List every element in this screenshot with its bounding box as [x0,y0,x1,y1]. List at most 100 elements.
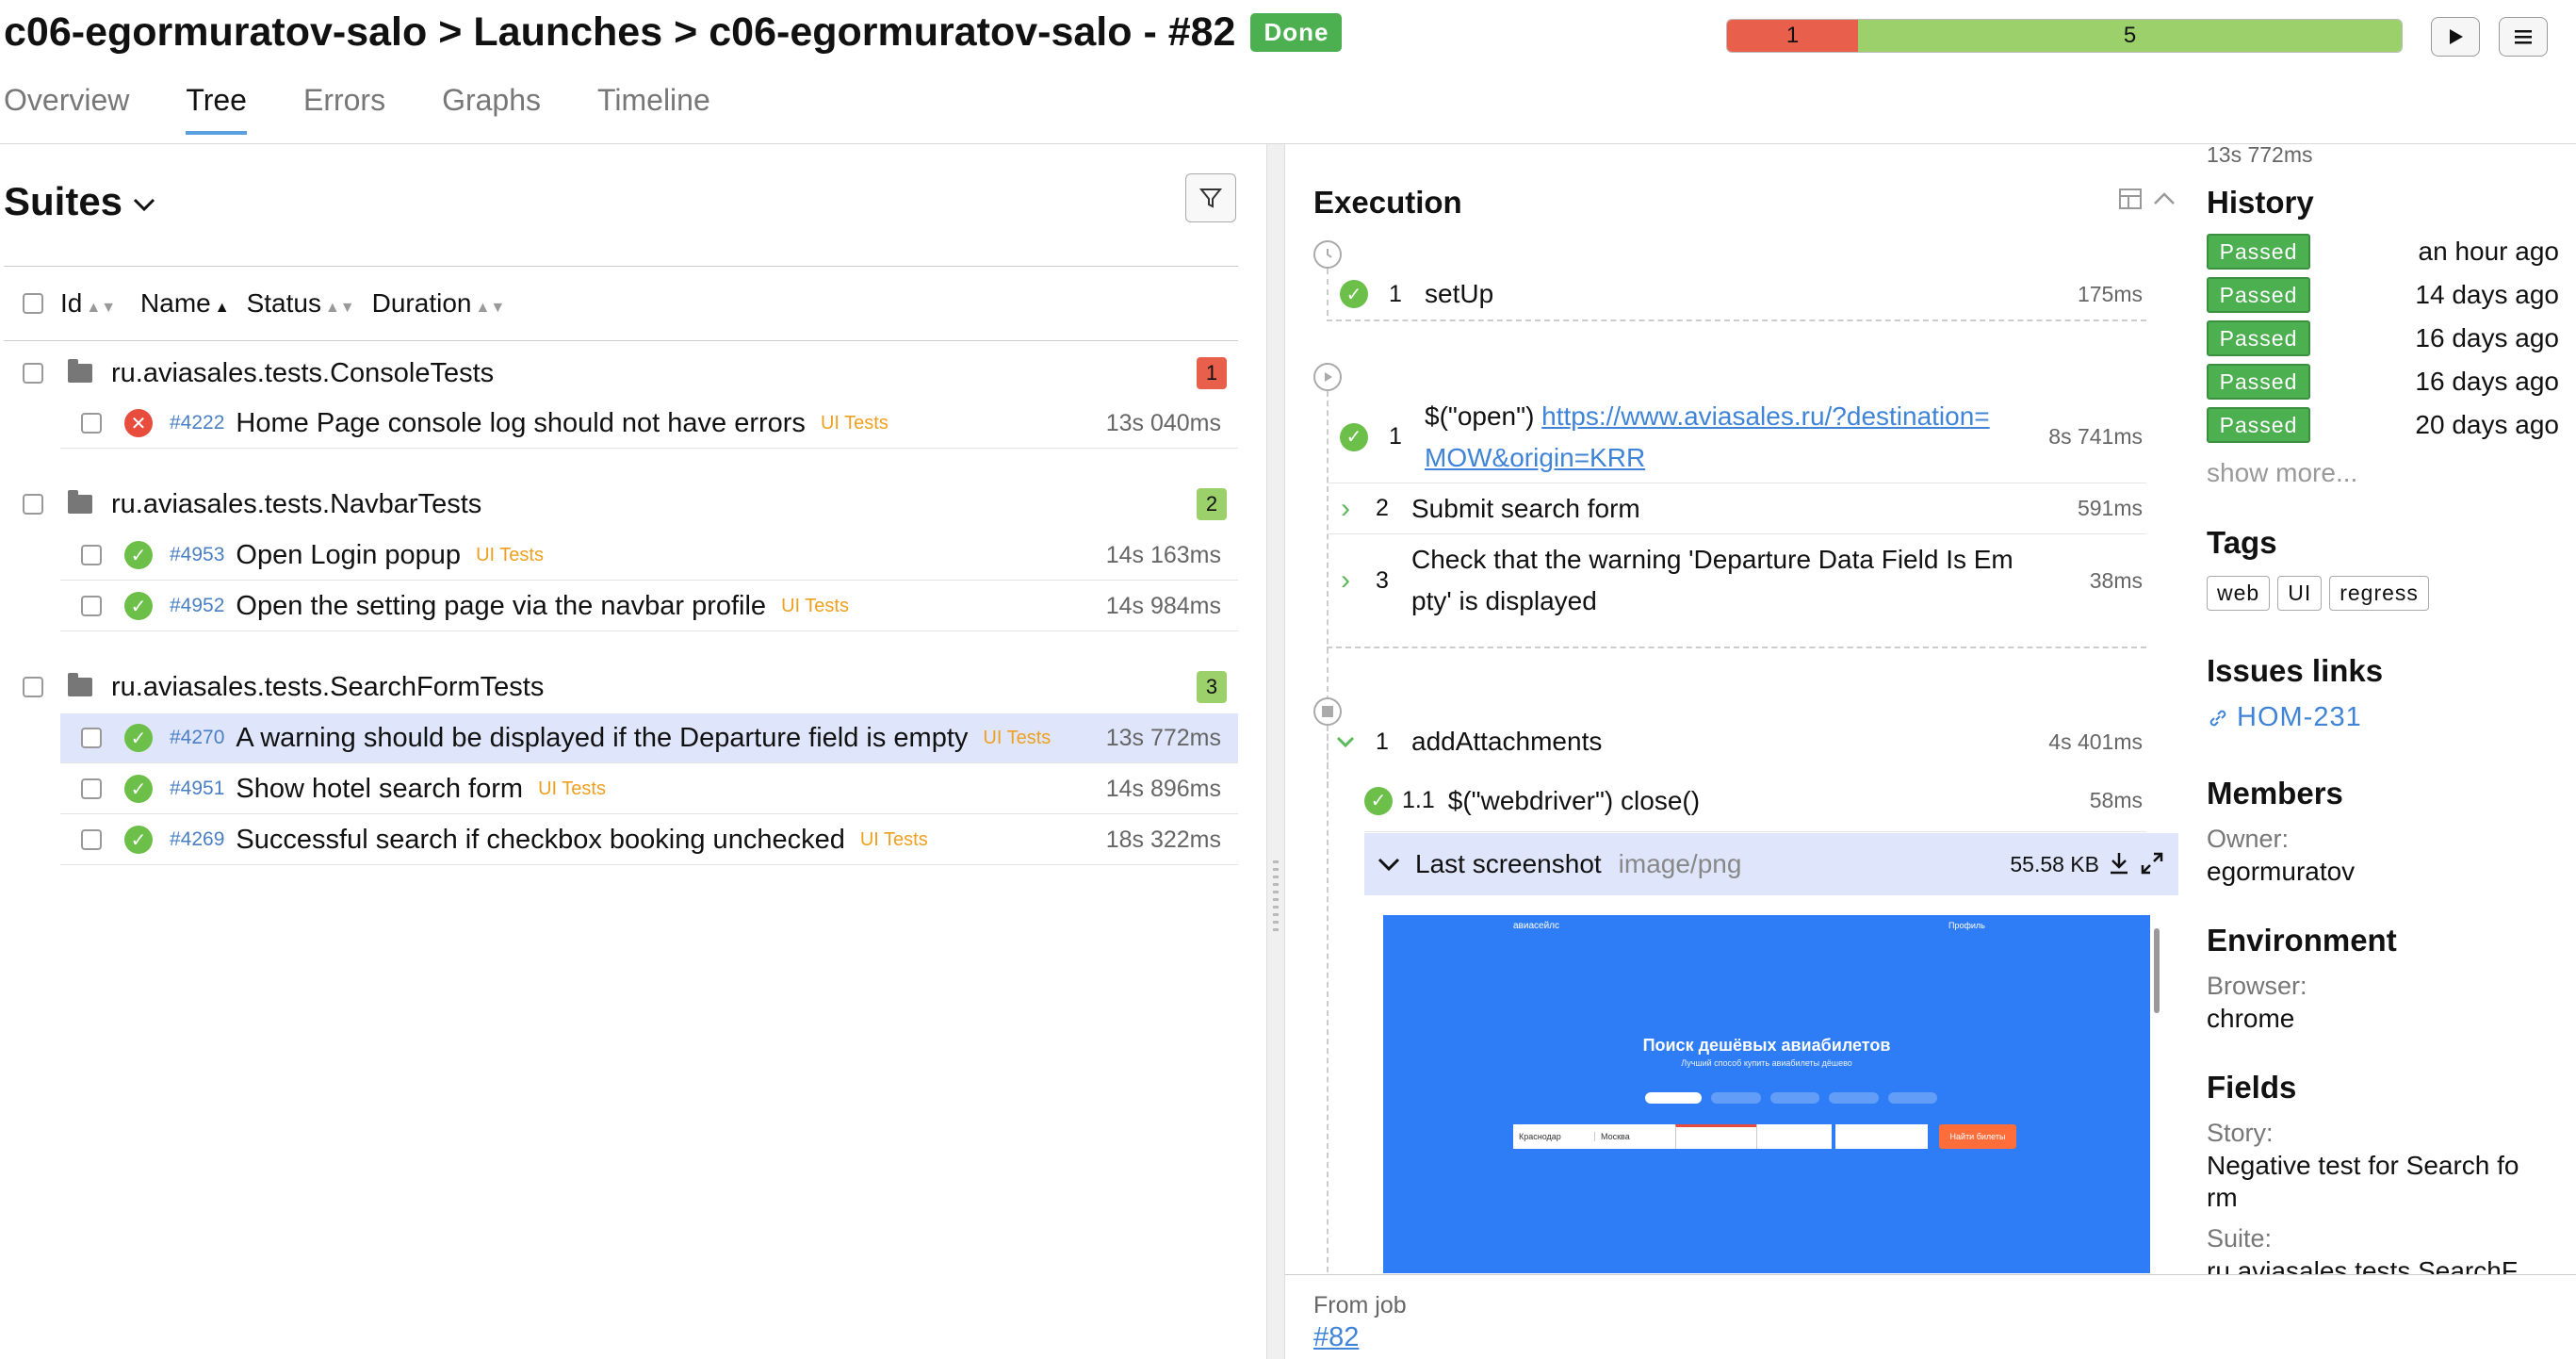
play-icon [2450,29,2463,44]
column-duration[interactable]: Duration ▲▼ [372,288,506,319]
step-duration: 175ms [2077,281,2143,306]
step-add-attachments[interactable]: 1 addAttachments 4s 401ms [1327,713,2146,770]
test-row[interactable]: ✓ #4951 Show hotel search form UI Tests … [60,764,1238,814]
group-checkbox[interactable] [23,677,43,697]
test-name: Successful search if checkbox booking un… [236,824,845,855]
menu-button[interactable] [2499,17,2548,57]
history-status-badge[interactable]: Passed [2207,364,2310,400]
step-name: setUp [1425,279,1494,308]
test-checkbox[interactable] [81,596,102,616]
test-label: UI Tests [859,828,928,850]
expand-icon[interactable] [2139,850,2165,876]
chevron-right-icon[interactable]: › [1327,565,1364,597]
collapse-up-icon[interactable] [2152,189,2177,208]
chevron-down-icon[interactable] [1327,730,1364,753]
menu-icon [2515,30,2532,44]
tab-overview[interactable]: Overview [4,83,129,135]
filter-button[interactable] [1185,173,1236,222]
step-duration: 4s 401ms [2048,729,2143,754]
test-label: UI Tests [476,544,544,565]
suite-group-row[interactable]: ru.aviasales.tests.ConsoleTests 1 [4,349,1238,398]
run-button[interactable] [2431,17,2480,57]
from-job-footer: From job #82 [1285,1274,2576,1359]
test-row[interactable]: ✕ #4222 Home Page console log should not… [60,399,1238,449]
test-name: Home Page console log should not have er… [236,407,806,438]
history-status-badge[interactable]: Passed [2207,407,2310,443]
column-id[interactable]: Id ▲▼ [60,288,116,319]
progress-failed-segment[interactable]: 1 [1727,20,1859,52]
breadcrumb-project[interactable]: c06-egormuratov-salo [4,9,427,56]
page-title: c06-egormuratov-salo - #82 [709,9,1236,55]
show-more-link[interactable]: show more... [2207,458,2357,488]
suite-label: Suite: [2207,1224,2273,1253]
progress-passed-segment[interactable]: 5 [1858,20,2402,52]
failed-count-badge: 1 [1197,357,1227,389]
step-name: Check that the warning 'Departure Data F… [1411,545,2014,615]
screenshot-search-form: Краснодар Москва [1513,1124,1832,1149]
step-open-url[interactable]: ✓ 1 $("open") https://www.aviasales.ru/?… [1327,391,2146,483]
test-id: #4270 [170,727,225,748]
test-label: UI Tests [983,727,1052,748]
screenshot-preview[interactable]: авиасейлс Профиль Поиск дешёвых авиабиле… [1383,915,2150,1273]
tab-graphs[interactable]: Graphs [442,83,541,135]
screenshot-user: Профиль [1948,921,1985,930]
test-name: A warning should be displayed if the Dep… [236,722,969,753]
chevron-down-icon [133,198,155,212]
filter-icon [1198,188,1223,208]
test-duration: 13s 772ms [1105,724,1221,751]
step-url-link[interactable]: MOW&origin=KRR [1425,443,1645,472]
step-submit-search[interactable]: › 2 Submit search form 591ms [1327,483,2146,534]
tab-errors[interactable]: Errors [303,83,385,135]
tab-timeline[interactable]: Timeline [597,83,710,135]
setup-step[interactable]: ✓ 1 setUp 175ms [1327,269,2146,319]
group-checkbox[interactable] [23,363,43,384]
group-checkbox[interactable] [23,494,43,515]
history-status-badge[interactable]: Passed [2207,277,2310,313]
launch-progress-bar[interactable]: 1 5 [1726,19,2403,53]
status-badge: Done [1250,13,1343,52]
drag-handle-icon[interactable] [1273,860,1279,936]
suite-group-row[interactable]: ru.aviasales.tests.NavbarTests 2 [4,480,1238,529]
test-row[interactable]: ✓ #4953 Open Login popup UI Tests 14s 16… [60,531,1238,581]
issue-link[interactable]: HOM-231 [2207,702,2362,733]
test-row[interactable]: ✓ #4269 Successful search if checkbox bo… [60,815,1238,865]
environment-title: Environment [2207,923,2397,958]
suites-dropdown[interactable]: Suites [4,179,158,224]
test-duration-label: 13s 772ms [2207,144,2313,167]
test-row[interactable]: ✓ #4952 Open the setting page via the na… [60,581,1238,631]
download-icon[interactable] [2107,850,2131,876]
history-status-badge[interactable]: Passed [2207,320,2310,356]
layout-toggle-icon[interactable] [2118,188,2143,210]
attachment-header[interactable]: Last screenshot image/png 55.58 KB [1364,833,2178,895]
chevron-right-icon[interactable]: › [1327,493,1364,525]
substep-webdriver-close[interactable]: ✓ 1.1 $("webdriver") close() 58ms [1364,770,2146,832]
step-url-link[interactable]: https://www.aviasales.ru/?destination= [1541,401,1989,431]
column-name[interactable]: Name ▲ [140,288,230,319]
screenshot-scrollbar[interactable] [2154,928,2160,1013]
suite-group-row[interactable]: ru.aviasales.tests.SearchFormTests 3 [4,663,1238,712]
test-checkbox[interactable] [81,728,102,748]
job-link[interactable]: #82 [1313,1322,1359,1353]
test-id: #4951 [170,778,225,799]
breadcrumb-launches[interactable]: Launches [473,9,662,56]
test-checkbox[interactable] [81,829,102,850]
passed-icon: ✓ [1340,280,1368,308]
from-job-label: From job [1313,1292,1407,1318]
passed-icon: ✓ [1364,786,1393,815]
step-duration: 38ms [2089,567,2143,593]
column-status[interactable]: Status ▲▼ [247,288,355,319]
panel-splitter[interactable] [1266,144,1285,1359]
folder-icon [68,673,92,696]
step-check-warning[interactable]: › 3 Check that the warning 'Departure Da… [1327,534,2146,627]
history-status-badge[interactable]: Passed [2207,234,2310,270]
tab-tree[interactable]: Tree [186,83,247,135]
test-checkbox[interactable] [81,413,102,434]
browser-value: chrome [2207,1004,2295,1033]
test-body-play-icon [1313,363,1342,391]
test-row-selected[interactable]: ✓ #4270 A warning should be displayed if… [60,713,1238,763]
select-all-checkbox[interactable] [23,293,43,314]
test-duration: 18s 322ms [1105,826,1221,853]
test-checkbox[interactable] [81,545,102,565]
chevron-down-icon[interactable] [1364,853,1415,876]
test-checkbox[interactable] [81,778,102,799]
